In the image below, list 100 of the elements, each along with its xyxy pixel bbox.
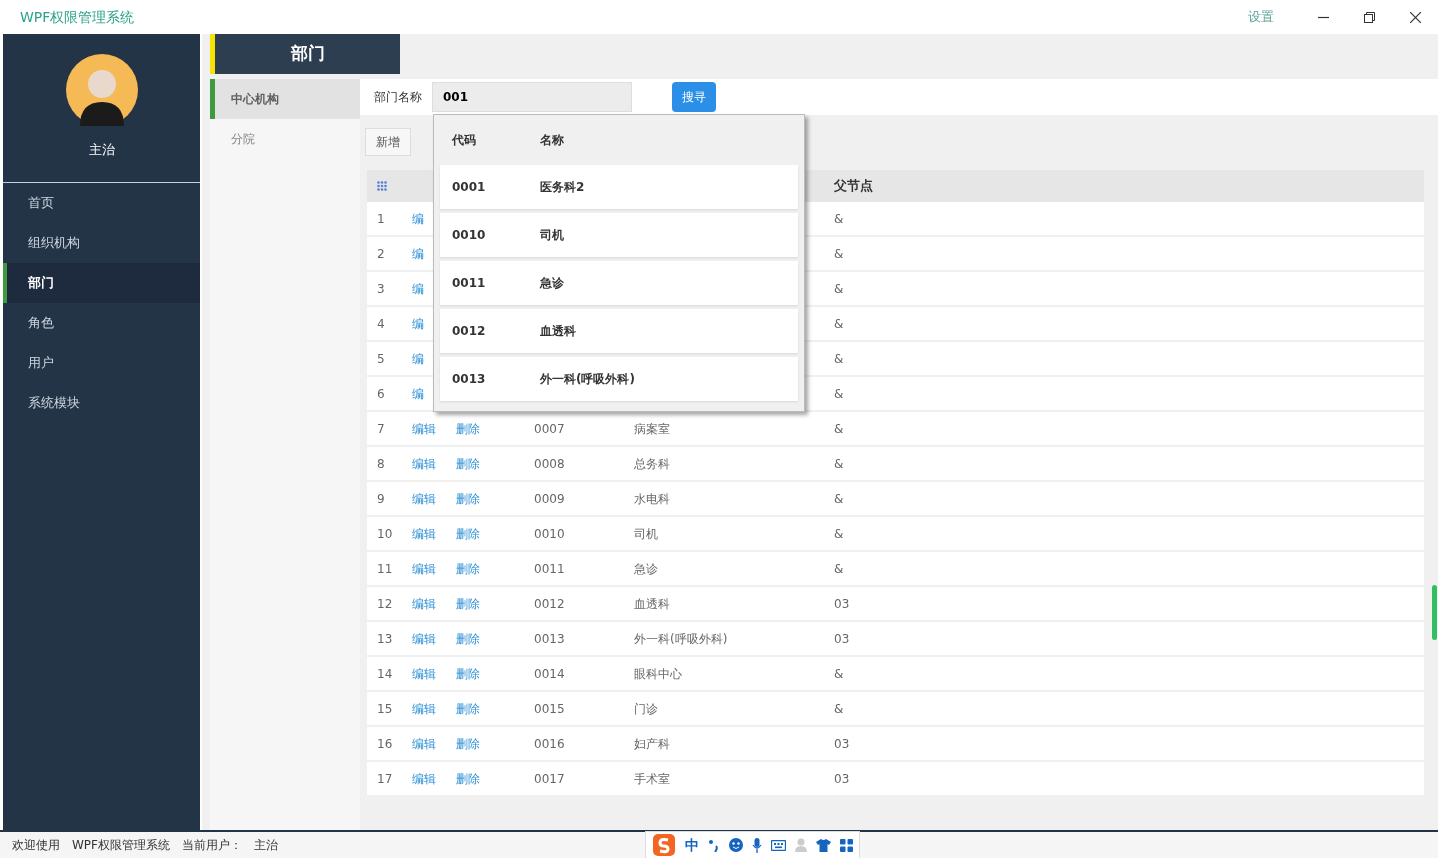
status-text: 当前用户： — [182, 837, 242, 854]
sidebar-item[interactable]: 系统模块 — [3, 383, 200, 423]
table-cell: & — [834, 701, 844, 716]
shirt-icon[interactable] — [816, 838, 831, 852]
delete-link[interactable]: 删除 — [456, 631, 480, 646]
sidebar-item[interactable]: 用户 — [3, 343, 200, 383]
table-cell: & — [834, 281, 844, 296]
suggestion-name: 外一科(呼吸外科) — [540, 371, 635, 388]
table-cell: 03 — [834, 631, 850, 646]
suggestion-item[interactable]: 0012 血透科 — [440, 309, 798, 353]
suggestion-item[interactable]: 0013 外一科(呼吸外科) — [440, 357, 798, 401]
app-title: WPF权限管理系统 — [20, 7, 135, 27]
edit-link[interactable]: 编 — [412, 351, 424, 366]
delete-link[interactable]: 删除 — [456, 701, 480, 716]
delete-link[interactable]: 删除 — [456, 771, 480, 786]
suggestion-name: 急诊 — [540, 275, 564, 292]
edit-link[interactable]: 编辑 — [412, 526, 436, 541]
table-cell: & — [834, 561, 844, 576]
keyboard-icon[interactable] — [771, 839, 786, 851]
suggestion-code: 0013 — [452, 372, 486, 386]
delete-link[interactable]: 删除 — [456, 666, 480, 681]
table-cell: 0007 — [534, 421, 565, 436]
edit-link[interactable]: 编 — [412, 281, 424, 296]
delete-link[interactable]: 删除 — [456, 736, 480, 751]
row-number: 17 — [377, 771, 393, 786]
edit-link[interactable]: 编辑 — [412, 421, 436, 436]
search-label: 部门名称 — [374, 89, 423, 106]
table-cell: & — [834, 351, 844, 366]
suggestion-item[interactable]: 0011 急诊 — [440, 261, 798, 305]
row-number: 11 — [377, 561, 393, 576]
edit-link[interactable]: 编 — [412, 316, 424, 331]
table-cell: 0014 — [534, 666, 565, 681]
row-number: 13 — [377, 631, 393, 646]
table-cell: & — [834, 491, 844, 506]
row-number: 5 — [377, 351, 385, 366]
suggestion-item[interactable]: 0001 医务科2 — [440, 165, 798, 209]
microphone-icon[interactable] — [752, 837, 762, 853]
punctuation-icon[interactable] — [708, 838, 720, 852]
delete-link[interactable]: 删除 — [456, 561, 480, 576]
add-button[interactable]: 新增 — [365, 128, 411, 156]
search-field[interactable]: 001 — [432, 82, 632, 112]
table-cell: 门诊 — [634, 701, 658, 716]
edit-link[interactable]: 编 — [412, 386, 424, 401]
table-cell: 03 — [834, 736, 850, 751]
edit-link[interactable]: 编辑 — [412, 491, 436, 506]
row-number: 3 — [377, 281, 385, 296]
edit-link[interactable]: 编 — [412, 211, 424, 226]
sidebar-item[interactable]: 组织机构 — [3, 223, 200, 263]
settings-link[interactable]: 设置 — [1248, 7, 1274, 27]
suggestion-name: 血透科 — [540, 323, 576, 340]
delete-link[interactable]: 删除 — [456, 491, 480, 506]
table-cell: 0008 — [534, 456, 565, 471]
row-number: 9 — [377, 491, 385, 506]
delete-link[interactable]: 删除 — [456, 421, 480, 436]
restore-icon[interactable] — [1363, 11, 1375, 23]
edit-link[interactable]: 编辑 — [412, 456, 436, 471]
emoji-icon[interactable] — [729, 838, 743, 852]
edit-link[interactable]: 编辑 — [412, 736, 436, 751]
user-name: 主治 — [88, 141, 115, 159]
sidebar-item[interactable]: 首页 — [3, 183, 200, 223]
ime-logo-icon[interactable] — [652, 833, 676, 857]
suggestion-item[interactable]: 0010 司机 — [440, 213, 798, 257]
ime-mode[interactable]: 中 — [685, 834, 699, 856]
scroll-thumb[interactable] — [1432, 585, 1437, 640]
column-header: 代码 — [452, 133, 476, 147]
org-item[interactable]: 中心机构 — [210, 79, 360, 119]
edit-link[interactable]: 编辑 — [412, 631, 436, 646]
row-number: 12 — [377, 596, 393, 611]
edit-link[interactable]: 编辑 — [412, 561, 436, 576]
grid-icon — [377, 181, 387, 191]
sidebar-item[interactable]: 角色 — [3, 303, 200, 343]
table-cell: 0011 — [534, 561, 565, 576]
edit-link[interactable]: 编辑 — [412, 771, 436, 786]
edit-link[interactable]: 编辑 — [412, 666, 436, 681]
status-text: 主治 — [254, 837, 278, 854]
row-number: 8 — [377, 456, 385, 471]
edit-link[interactable]: 编辑 — [412, 701, 436, 716]
table-cell: 总务科 — [634, 456, 670, 471]
delete-link[interactable]: 删除 — [456, 456, 480, 471]
column-header: 父节点 — [834, 177, 873, 196]
row-number: 7 — [377, 421, 385, 436]
org-item[interactable]: 分院 — [210, 119, 360, 159]
row-number: 10 — [377, 526, 393, 541]
page-tab[interactable]: 部门 — [210, 34, 400, 74]
table-cell: 0013 — [534, 631, 565, 646]
delete-link[interactable]: 删除 — [456, 596, 480, 611]
table-cell: 妇产科 — [634, 736, 670, 751]
sidebar-item[interactable]: 部门 — [3, 263, 200, 303]
edit-link[interactable]: 编 — [412, 246, 424, 261]
row-number: 16 — [377, 736, 393, 751]
edit-link[interactable]: 编辑 — [412, 596, 436, 611]
table-cell: 03 — [834, 596, 850, 611]
delete-link[interactable]: 删除 — [456, 526, 480, 541]
search-button[interactable]: 搜寻 — [672, 82, 716, 112]
table-cell: 病案室 — [634, 421, 670, 436]
close-icon[interactable] — [1409, 11, 1421, 23]
table-cell: 0016 — [534, 736, 565, 751]
row-number: 1 — [377, 211, 385, 226]
apps-icon[interactable] — [840, 838, 853, 852]
table-cell: 0010 — [534, 526, 565, 541]
